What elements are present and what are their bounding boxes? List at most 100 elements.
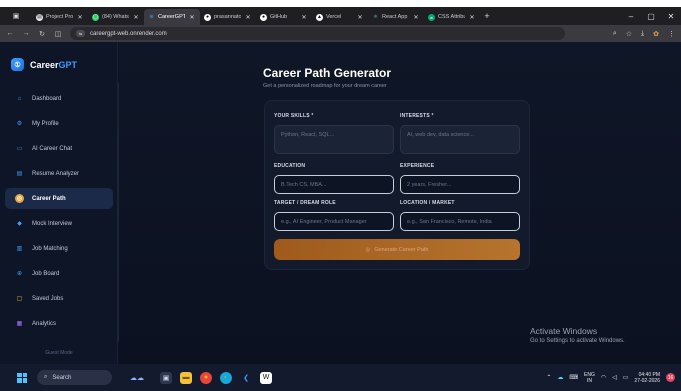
lang-line2: IN xyxy=(586,377,592,384)
download-icon[interactable]: ⤓ xyxy=(641,30,644,38)
split-view-icon[interactable]: ◫ xyxy=(54,30,62,38)
sidebar-item-label: AI Career Chat xyxy=(32,145,73,152)
tab-whatsapp[interactable]: ◯ (84) WhatsA ✕ xyxy=(88,9,144,25)
widgets-icon[interactable]: ☁☁ xyxy=(122,372,152,384)
skills-input[interactable]: Python, React, SQL... xyxy=(274,125,394,154)
chart-icon: ▦ xyxy=(16,321,23,327)
taskbar-search[interactable]: ⌕ Search xyxy=(37,370,112,385)
notification-badge[interactable]: 16 xyxy=(666,373,675,382)
reload-button[interactable]: ↻ xyxy=(38,30,46,38)
window-controls: – ▢ ✕ xyxy=(621,7,681,25)
watermark-line1: Activate Windows xyxy=(530,326,598,336)
tab-github[interactable]: ● GitHub ✕ xyxy=(256,9,312,25)
new-tab-button[interactable]: + xyxy=(480,11,494,21)
sidebar-item-analytics[interactable]: ▦ Analytics xyxy=(5,313,113,334)
generate-career-path-button[interactable]: ◎ Generate Career Path xyxy=(274,239,520,260)
sidebar-item-mock-interview[interactable]: ◆ Mock Interview xyxy=(5,213,113,234)
interests-input[interactable]: AI, web dev, data science... xyxy=(400,125,520,154)
sidebar-item-career-path[interactable]: ◎ Career Path xyxy=(5,188,113,209)
url-field[interactable]: ⇆ careergpt-web.onrender.com xyxy=(70,27,565,40)
sidebar-item-label: Resume Analyzer xyxy=(32,170,80,177)
close-icon[interactable]: ✕ xyxy=(244,14,252,21)
search-label: Search xyxy=(52,374,72,381)
close-icon[interactable]: ✕ xyxy=(132,14,140,21)
page-title: Career Path Generator xyxy=(263,66,392,80)
close-icon[interactable]: ✕ xyxy=(412,14,420,21)
brand[interactable]: ① CareerGPT xyxy=(11,58,77,71)
extension-icon[interactable]: ✿ xyxy=(653,30,659,38)
tab-title: CareerGPT xyxy=(158,14,185,20)
mic-icon: ◆ xyxy=(17,221,22,227)
address-bar-row: ← → ↻ ◫ ⇆ careergpt-web.onrender.com ⌕ ☆… xyxy=(0,25,681,42)
close-icon[interactable]: ✕ xyxy=(300,14,308,21)
battery-icon[interactable]: ▭ xyxy=(623,374,629,381)
tab-title: React App xyxy=(382,14,408,20)
sidebar-item-label: Mock Interview xyxy=(32,220,73,227)
tab-prasannato[interactable]: ● prasannato ✕ xyxy=(200,9,256,25)
cloud-icon[interactable]: ☁ xyxy=(557,374,563,381)
location-label: LOCATION / MARKET xyxy=(400,200,455,206)
whatsapp-icon: ◯ xyxy=(92,13,99,21)
sidebar-item-ai-career-chat[interactable]: ▭ AI Career Chat xyxy=(5,138,113,159)
location-input[interactable]: e.g., San Francisco, Remote, India xyxy=(400,212,520,231)
tab-careergpt[interactable]: ⊛ CareerGPT ✕ xyxy=(144,9,200,25)
url-text: careergpt-web.onrender.com xyxy=(90,30,167,37)
task-view-icon[interactable]: ▣ xyxy=(160,371,172,384)
sidebar-item-my-profile[interactable]: ⚙ My Profile xyxy=(5,113,113,134)
tab-strip: ▤ Project Prop ✕ ◯ (84) WhatsA ✕ ⊛ Caree… xyxy=(32,7,494,25)
close-icon[interactable]: ✕ xyxy=(356,14,364,21)
close-icon[interactable]: ✕ xyxy=(468,14,476,21)
site-info-icon[interactable]: ⇆ xyxy=(76,30,85,37)
browser-toolbar: ⌕ ☆ ⤓ ✿ ⋮ xyxy=(613,30,675,38)
sidebar-item-label: Saved Jobs xyxy=(32,295,64,302)
tab-project-prop[interactable]: ▤ Project Prop ✕ xyxy=(32,9,88,25)
close-icon[interactable]: ✕ xyxy=(76,14,84,21)
forward-button[interactable]: → xyxy=(22,30,30,37)
brand-logo-icon: ① xyxy=(11,58,24,71)
education-input[interactable]: B.Tech CS, MBA... xyxy=(274,175,394,194)
vscode-icon[interactable]: ❮ xyxy=(240,372,252,384)
minimize-button[interactable]: – xyxy=(621,12,641,21)
tab-react-app[interactable]: ⚛ React App ✕ xyxy=(368,9,424,25)
taskbar-apps: ☁☁ ▣ ▬ ● ◐ ❮ W xyxy=(122,371,272,384)
system-tray: ⌃ ☁ ⌨ ENG IN ◠ ◁ ▭ 04:40 PM 27-02-2026 16 xyxy=(546,372,681,384)
guest-mode-label: Guest Mode xyxy=(45,350,73,356)
resume-icon: ▤ xyxy=(16,171,23,177)
sidebar-item-saved-jobs[interactable]: ▢ Saved Jobs xyxy=(5,288,113,309)
whatsapp-taskbar-icon[interactable]: W xyxy=(260,371,272,384)
tab-vercel[interactable]: ▲ Vercel ✕ xyxy=(312,9,368,25)
back-button[interactable]: ← xyxy=(6,30,14,37)
wifi-icon[interactable]: ◠ xyxy=(601,374,606,381)
keyboard-icon[interactable]: ⌨ xyxy=(569,374,578,381)
volume-icon[interactable]: ◁ xyxy=(612,374,617,381)
file-explorer-icon[interactable]: ▬ xyxy=(180,371,192,384)
chrome-icon[interactable]: ● xyxy=(200,371,212,384)
clock[interactable]: 04:40 PM 27-02-2026 xyxy=(634,372,660,384)
react-icon: ⚛ xyxy=(373,14,378,20)
tab-actions[interactable]: ▣ xyxy=(0,7,32,25)
sidebar-item-job-matching[interactable]: ▥ Job Matching xyxy=(5,238,113,259)
sidebar-item-resume-analyzer[interactable]: ▤ Resume Analyzer xyxy=(5,163,113,184)
briefcase-icon: ▥ xyxy=(16,246,23,252)
sidebar-item-label: Career Path xyxy=(32,195,66,202)
close-window-button[interactable]: ✕ xyxy=(661,12,681,21)
tab-css-attribute[interactable]: w CSS Attribut ✕ xyxy=(424,9,480,25)
zoom-icon[interactable]: ⌕ xyxy=(613,30,617,38)
maximize-button[interactable]: ▢ xyxy=(641,12,661,21)
sidebar-item-label: My Profile xyxy=(32,120,59,127)
close-icon[interactable]: ✕ xyxy=(188,14,196,21)
sidebar-item-label: Job Matching xyxy=(32,245,68,252)
language-indicator[interactable]: ENG IN xyxy=(584,372,595,384)
edge-icon[interactable]: ◐ xyxy=(220,371,232,384)
tab-menu-icon[interactable]: ▣ xyxy=(13,12,20,20)
target-role-input[interactable]: e.g., AI Engineer, Product Manager xyxy=(274,212,394,231)
sidebar-item-dashboard[interactable]: ⌂ Dashboard xyxy=(5,88,113,109)
tab-title: GitHub xyxy=(270,14,288,20)
experience-field-group: EXPERIENCE 2 years, Fresher... xyxy=(400,163,520,194)
chevron-up-icon[interactable]: ⌃ xyxy=(546,374,551,381)
start-button[interactable] xyxy=(11,372,33,383)
experience-input[interactable]: 2 years, Fresher... xyxy=(400,175,520,194)
menu-icon[interactable]: ⋮ xyxy=(668,30,675,38)
sidebar-item-job-board[interactable]: ⊕ Job Board xyxy=(5,263,113,284)
bookmark-star-icon[interactable]: ☆ xyxy=(626,30,632,38)
